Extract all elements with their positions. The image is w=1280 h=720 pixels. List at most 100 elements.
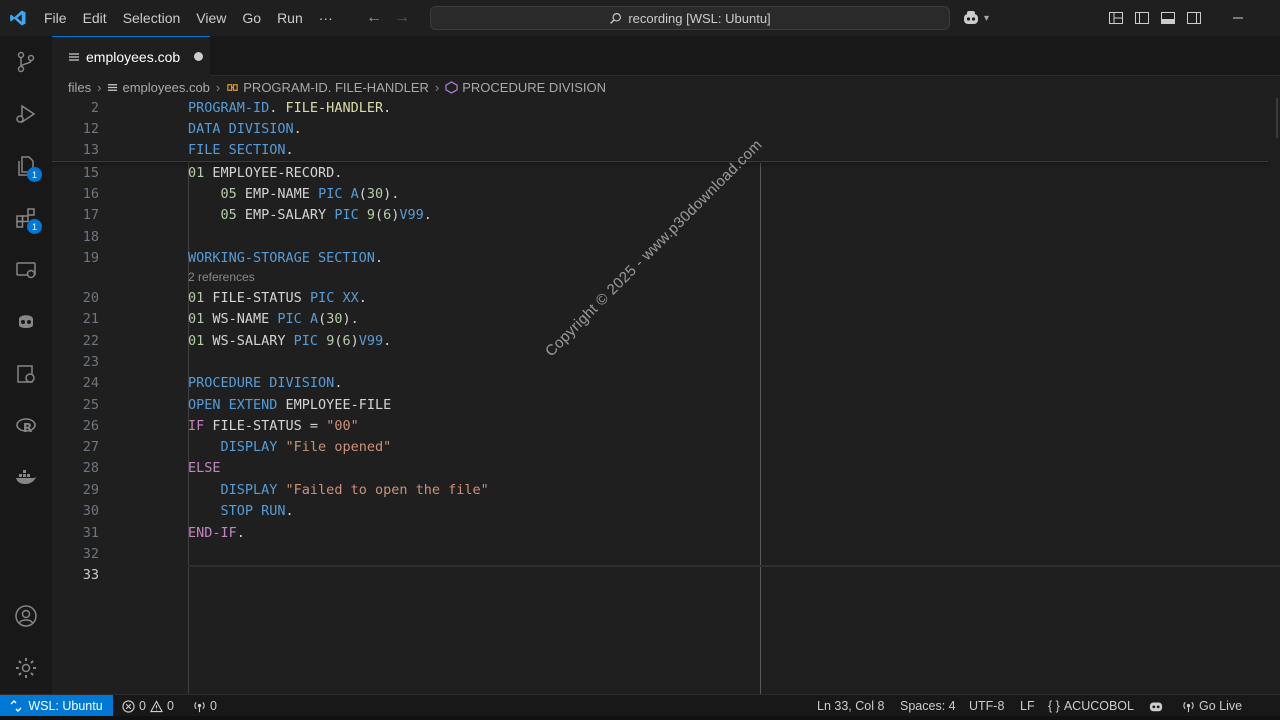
unsaved-dot-icon[interactable] [194,52,204,61]
go-live-button[interactable]: Go Live [1182,695,1242,717]
menu-item[interactable]: Go [234,0,269,36]
docker-icon[interactable] [0,454,52,502]
language-mode[interactable]: { } ACUCOBOL [1048,695,1134,717]
code-line[interactable]: 26 IF FILE-STATUS = "00" [52,416,1272,437]
remote-indicator[interactable]: WSL: Ubuntu [0,695,113,717]
sticky-scroll-line[interactable]: 13 FILE SECTION. [52,140,1272,161]
breadcrumb-file[interactable]: employees.cob [107,79,210,95]
line-code: STOP RUN. [188,501,294,522]
menu-item[interactable]: Selection [115,0,189,36]
copilot-status-icon[interactable] [1148,695,1164,717]
sticky-scroll-line[interactable]: 2 PROGRAM-ID. FILE-HANDLER. [52,98,1272,119]
remote-icon [10,700,22,712]
menu-item[interactable]: Run [269,0,311,36]
code-line[interactable]: 30 STOP RUN. [52,501,1272,522]
code-line[interactable]: 25 OPEN EXTEND EMPLOYEE-FILE [52,395,1272,416]
breadcrumb-folder[interactable]: files [68,80,91,95]
encoding[interactable]: UTF-8 [969,695,1004,717]
source-control-icon[interactable] [0,38,52,86]
code-token: DISPLAY [220,439,286,455]
menu-item[interactable]: File [36,0,75,36]
toggle-panel-icon[interactable] [1160,10,1176,26]
code-line[interactable]: 20 01 FILE-STATUS PIC XX. [52,288,1272,309]
line-code: DISPLAY "File opened" [188,437,392,458]
settings-gear-icon[interactable] [0,644,52,692]
code-line[interactable]: 21 01 WS-NAME PIC A(30). [52,309,1272,330]
code-line[interactable]: 24 PROCEDURE DIVISION. [52,373,1272,394]
code-line[interactable]: 28 ELSE [52,458,1272,479]
line-number: 32 [82,546,99,562]
code-line[interactable]: 32 [52,544,1272,565]
explorer-icon[interactable]: 1 [0,142,52,190]
code-line[interactable]: 29 DISPLAY "Failed to open the file" [52,480,1272,501]
code-token: V99 [399,207,424,223]
code-token: STOP RUN [220,503,286,519]
code-token: WORKING-STORAGE SECTION [188,250,375,266]
tab-employees-cob[interactable]: employees.cob [52,36,210,76]
cursor-position[interactable]: Ln 33, Col 8 [817,695,884,717]
menu-item[interactable]: View [188,0,234,36]
breadcrumb-procedure-division[interactable]: PROCEDURE DIVISION [445,80,606,95]
copilot-chat-icon[interactable] [0,298,52,346]
code-token: WS-NAME [212,311,278,327]
code-line[interactable]: 16 05 EMP-NAME PIC A(30). [52,184,1272,205]
symbol-namespace-icon [445,80,458,94]
command-center[interactable]: recording [WSL: Ubuntu] [430,6,950,30]
minimap-slider[interactable] [1276,98,1278,138]
code-line[interactable]: 23 [52,352,1272,373]
line-code: DISPLAY "Failed to open the file" [188,480,489,501]
code-line[interactable]: 17 05 EMP-SALARY PIC 9(6)V99. [52,205,1272,226]
code-token: WS-SALARY [212,333,294,349]
code-token: V99 [358,333,384,349]
extensions-icon[interactable]: 1 [0,194,52,242]
code-line[interactable]: 27 DISPLAY "File opened" [52,437,1272,458]
line-code: 01 WS-SALARY PIC 9(6)V99. [188,331,391,352]
copilot-menu[interactable]: ▾ [962,0,989,36]
menu-item[interactable]: Edit [75,0,115,36]
remote-explorer-icon[interactable] [0,246,52,294]
testing-icon[interactable] [0,350,52,398]
code-line[interactable]: 33 [52,565,1272,586]
line-number: 16 [82,186,99,202]
code-token: . [358,290,367,306]
code-token: . [236,525,245,541]
code-line[interactable]: 22 01 WS-SALARY PIC 9(6)V99. [52,331,1272,352]
customize-layout-icon[interactable] [1108,10,1124,26]
code-line[interactable]: 18 [52,227,1272,248]
back-arrow-icon[interactable]: ← [366,9,382,27]
sticky-scroll-line[interactable]: 12 DATA DIVISION. [52,119,1272,140]
problems-indicator[interactable]: 0 0 [122,695,174,717]
breadcrumb-program-id[interactable]: PROGRAM-ID. FILE-HANDLER [226,80,429,95]
code-token: 01 [188,165,213,181]
line-number: 27 [82,439,99,455]
codelens-references[interactable]: 2 references [188,270,255,284]
ports-indicator[interactable]: 0 [193,695,217,717]
run-debug-icon[interactable] [0,90,52,138]
code-token: IF [188,418,213,434]
toggle-secondary-sidebar-icon[interactable] [1186,10,1202,26]
code-token: . [334,375,343,391]
toggle-primary-sidebar-icon[interactable] [1134,10,1150,26]
r-language-icon[interactable]: R [0,402,52,450]
indentation[interactable]: Spaces: 4 [900,695,956,717]
end-of-line[interactable]: LF [1020,695,1035,717]
code-token: DISPLAY [220,482,286,498]
line-number: 2 [90,100,99,116]
code-token: . [423,207,432,223]
line-code: OPEN EXTEND EMPLOYEE-FILE [188,395,391,416]
code-token: "File opened" [285,439,392,455]
menu-item[interactable]: ··· [311,0,341,36]
breadcrumb-file-label: employees.cob [122,79,210,95]
forward-arrow-icon[interactable]: → [394,9,410,27]
tab-label: employees.cob [86,48,181,65]
line-code: END-IF. [188,523,245,544]
line-number: 20 [82,290,99,306]
file-lines-icon [69,52,79,61]
code-token: "00" [326,418,359,434]
code-editor[interactable]: 2 references Copyright © 2025 - www.p30d… [52,98,1280,694]
minimize-button[interactable] [1232,0,1244,36]
code-line[interactable]: 15 01 EMPLOYEE-RECORD. [52,163,1272,184]
code-line[interactable]: 31 END-IF. [52,523,1272,544]
accounts-icon[interactable] [0,592,52,640]
code-line[interactable]: 19 WORKING-STORAGE SECTION. [52,248,1272,269]
